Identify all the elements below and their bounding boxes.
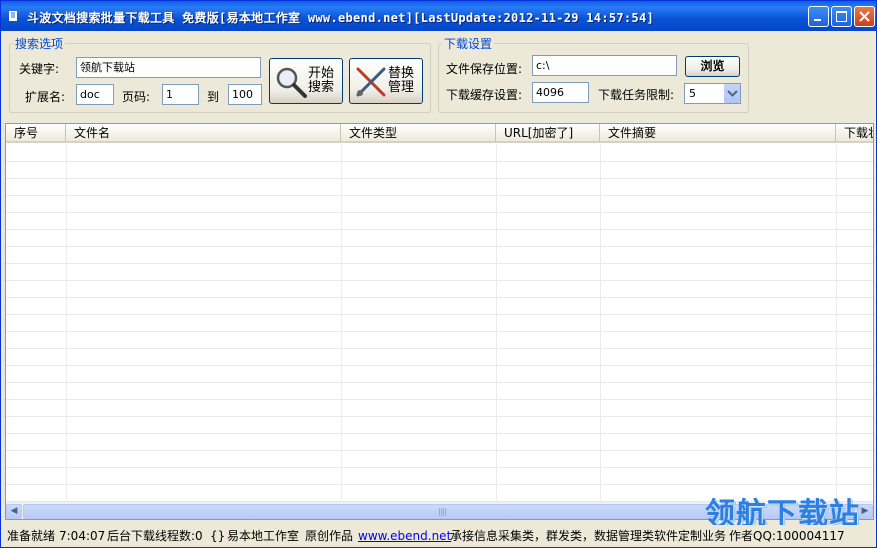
page-label: 页码: (122, 90, 151, 104)
task-limit-select[interactable]: 5 (684, 83, 741, 104)
grip-icon (439, 508, 447, 516)
keyword-label: 关键字: (19, 62, 60, 76)
column-header-summary[interactable]: 文件摘要 (600, 124, 836, 142)
extension-label: 扩展名: (25, 90, 66, 104)
main-window: 斗波文档搜索批量下载工具 免费版[易本地工作室 www.ebend.net][L… (0, 0, 877, 548)
start-search-button[interactable]: 开始 搜索 (269, 58, 343, 104)
cache-label: 下载缓存设置: (446, 88, 523, 102)
tools-icon (356, 67, 386, 97)
browse-button[interactable]: 浏览 (685, 56, 740, 77)
column-divider (341, 145, 342, 505)
task-limit-label: 下载任务限制: (598, 88, 675, 102)
minimize-icon (814, 19, 821, 21)
status-braces: {} (210, 529, 226, 543)
list-header: 序号 文件名 文件类型 URL[加密了] 文件摘要 下载状 (6, 124, 873, 143)
column-divider (600, 145, 601, 505)
save-path-input[interactable]: c:\ (532, 55, 677, 76)
cache-input[interactable]: 4096 (532, 82, 589, 103)
download-settings-legend: 下载设置 (444, 37, 493, 51)
replace-manage-button[interactable]: 替换 管理 (349, 58, 423, 104)
save-path-label: 文件保存位置: (446, 62, 523, 76)
close-icon (859, 11, 870, 22)
column-divider (836, 145, 837, 505)
status-threads: 后台下载线程数:0 (107, 529, 203, 543)
search-options-legend: 搜索选项 (15, 37, 64, 51)
status-ready: 准备就绪 (7, 529, 56, 543)
column-header-filename[interactable]: 文件名 (66, 124, 341, 142)
extension-input[interactable]: doc (76, 84, 114, 105)
minimize-button[interactable] (808, 6, 829, 27)
column-header-filetype[interactable]: 文件类型 (341, 124, 496, 142)
scroll-left-button[interactable]: ◀ (6, 504, 22, 519)
task-limit-value: 5 (689, 87, 696, 100)
keyword-input[interactable]: 领航下载站 (76, 57, 261, 78)
window-title: 斗波文档搜索批量下载工具 免费版[易本地工作室 www.ebend.net][L… (27, 11, 655, 25)
close-button[interactable] (854, 6, 875, 27)
status-services: 承接信息采集类，群发类，数据管理类软件定制业务 (450, 529, 727, 543)
column-header-status[interactable]: 下载状 (836, 124, 873, 142)
title-bar[interactable]: 斗波文档搜索批量下载工具 免费版[易本地工作室 www.ebend.net][L… (1, 1, 876, 31)
start-search-label: 开始 搜索 (307, 66, 334, 95)
chevron-down-icon (727, 90, 738, 97)
results-list[interactable]: 序号 文件名 文件类型 URL[加密了] 文件摘要 下载状 ◀ ▶ (5, 123, 874, 520)
status-time: 7:04:07 (59, 529, 106, 543)
list-rows (6, 145, 873, 505)
column-divider (496, 145, 497, 505)
maximize-icon (836, 11, 847, 22)
dropdown-arrow[interactable] (723, 84, 740, 103)
status-studio: 易本地工作室 (227, 529, 300, 543)
column-header-index[interactable]: 序号 (6, 124, 66, 142)
maximize-button[interactable] (831, 6, 852, 27)
page-to-input[interactable]: 100 (228, 84, 262, 105)
page-from-input[interactable]: 1 (162, 84, 199, 105)
column-divider (66, 145, 67, 505)
status-original: 原创作品 (305, 529, 354, 543)
magnifier-icon (276, 67, 307, 98)
website-link[interactable]: www.ebend.net (358, 529, 451, 543)
to-label: 到 (207, 90, 220, 104)
app-icon (9, 11, 17, 21)
replace-manage-label: 替换 管理 (387, 66, 414, 95)
column-header-url[interactable]: URL[加密了] (496, 124, 600, 142)
status-author: 作者QQ:100004117 (729, 529, 845, 543)
status-bar: 准备就绪 7:04:07 后台下载线程数:0 {} 易本地工作室 原创作品 ww… (1, 525, 876, 547)
